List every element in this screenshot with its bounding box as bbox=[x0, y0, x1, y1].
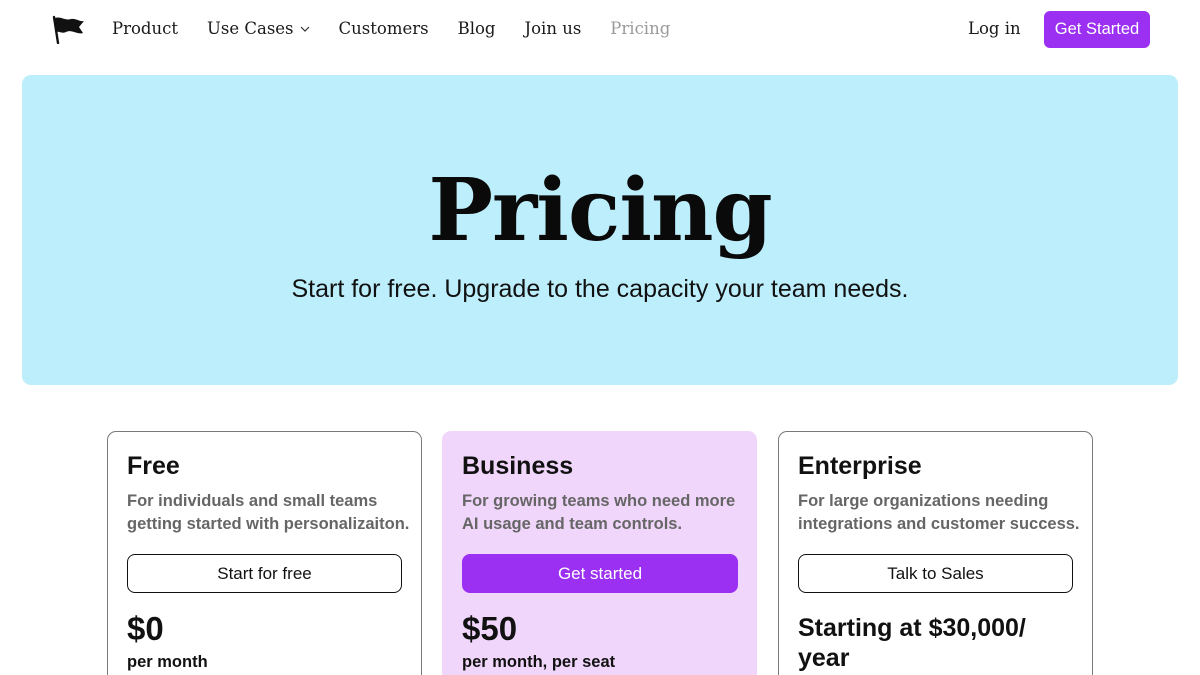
top-navigation: Product Use Cases Customers Blog Join us… bbox=[0, 0, 1200, 60]
plan-price: $0 bbox=[127, 610, 164, 647]
chevron-down-icon bbox=[300, 26, 309, 32]
nav-link-blog[interactable]: Blog bbox=[458, 19, 496, 38]
plan-period: per month bbox=[127, 653, 208, 671]
plan-card-free: Free For individuals and small teams get… bbox=[107, 431, 422, 675]
plan-card-business: Business For growing teams who need more… bbox=[442, 431, 757, 675]
plan-price: Starting at $30,000/ year bbox=[798, 614, 1026, 672]
nav-link-pricing[interactable]: Pricing bbox=[610, 19, 670, 38]
get-started-button[interactable]: Get Started bbox=[1044, 11, 1150, 48]
flag-icon[interactable] bbox=[52, 14, 86, 44]
talk-to-sales-button[interactable]: Talk to Sales bbox=[798, 554, 1073, 593]
plan-period: per month, per seat bbox=[462, 653, 616, 671]
plan-description: For large organizations needing integrat… bbox=[798, 492, 1080, 533]
plan-description: For individuals and small teams getting … bbox=[127, 492, 410, 533]
start-for-free-button[interactable]: Start for free bbox=[127, 554, 402, 593]
hero-subtitle: Start for free. Upgrade to the capacity … bbox=[291, 275, 909, 303]
plan-name: Free bbox=[127, 452, 180, 480]
get-started-plan-button[interactable]: Get started bbox=[462, 554, 738, 593]
nav-links: Product Use Cases Customers Blog Join us… bbox=[112, 19, 699, 38]
login-link[interactable]: Log in bbox=[968, 19, 1021, 38]
plan-name: Business bbox=[462, 452, 574, 480]
nav-link-use-cases-label: Use Cases bbox=[206, 19, 294, 38]
nav-link-customers[interactable]: Customers bbox=[339, 19, 429, 38]
pricing-hero: Pricing Start for free. Upgrade to the c… bbox=[22, 75, 1178, 385]
plan-card-enterprise: Enterprise For large organizations needi… bbox=[778, 431, 1093, 675]
plan-description: For growing teams who need more AI usage… bbox=[462, 492, 736, 533]
nav-link-use-cases[interactable]: Use Cases bbox=[207, 19, 310, 38]
nav-link-product[interactable]: Product bbox=[112, 19, 178, 38]
plan-name: Enterprise bbox=[798, 452, 922, 480]
plan-price: $50 bbox=[462, 610, 518, 647]
page-title: Pricing bbox=[428, 160, 772, 261]
nav-link-join-us[interactable]: Join us bbox=[525, 19, 582, 38]
